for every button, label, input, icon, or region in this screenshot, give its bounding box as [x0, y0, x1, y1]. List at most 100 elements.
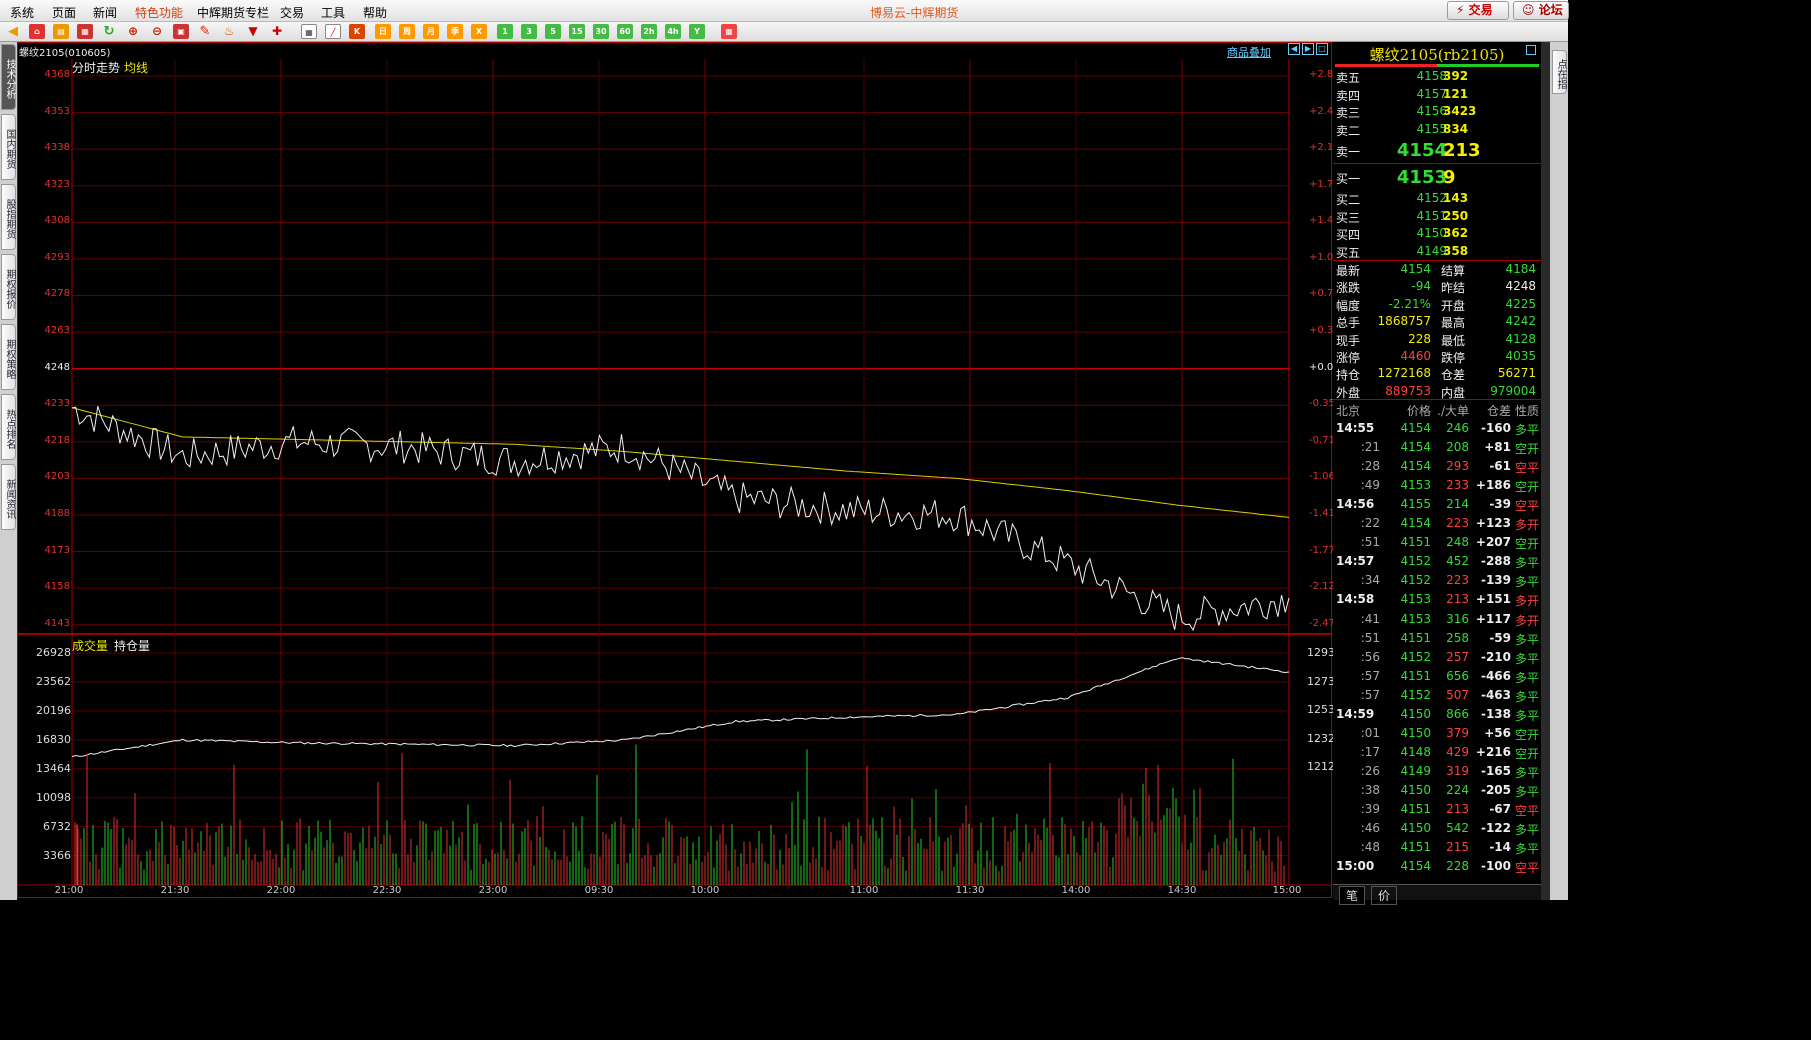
tick-time: :22 — [1360, 516, 1380, 531]
zoom-in-icon[interactable]: ⊕ — [125, 24, 141, 39]
tick-price: 4152 — [1400, 649, 1431, 664]
tick-price: 4154 — [1400, 440, 1431, 455]
tab-option-strategy[interactable]: 期权策略 — [1, 324, 16, 390]
funnel-icon[interactable]: ▼ — [245, 24, 261, 39]
time-tick-label: 09:30 — [584, 885, 614, 896]
tab-point-index[interactable]: 点在指 — [1552, 50, 1567, 94]
tick-nature: 多平 — [1515, 423, 1540, 437]
tick-row: :26 4149 319 -165 多平 — [1333, 764, 1541, 781]
tick-row: :41 4153 316 +117 多开 — [1333, 612, 1541, 629]
period-1-icon[interactable]: 1 — [497, 24, 513, 39]
chart-area: 螺纹2105(010605) 商品叠加 ◀ ▶ □ 分时走势 均线 成交量 持仓… — [17, 42, 1356, 903]
bid1-price: 4153 — [1396, 167, 1447, 188]
period-5-icon[interactable]: 5 — [545, 24, 561, 39]
window-icon[interactable]: ▣ — [173, 24, 189, 39]
kline-icon[interactable]: K — [349, 24, 365, 39]
tick-volume: 293 — [1446, 459, 1469, 474]
trend-chart-icon[interactable]: ╱ — [325, 24, 341, 39]
tick-row: 14:59 4150 866 -138 多平 — [1333, 707, 1541, 724]
bid-volume: 362 — [1443, 226, 1469, 240]
tab-option-quotes[interactable]: 期权报价 — [1, 254, 16, 320]
price-tick-label: 4188 — [44, 507, 70, 519]
ask1-row: 卖一 4154 213 — [1333, 140, 1541, 161]
tick-price: 4151 — [1400, 535, 1431, 550]
left-tab-bar: 技术分析 国内期货 股指期货 期权报价 期权策略 热点排名 新闻资讯 — [0, 42, 17, 900]
period-60-icon[interactable]: 60 — [617, 24, 633, 39]
tab-domestic-futures[interactable]: 国内期货 — [1, 114, 16, 180]
overlay-link[interactable]: 商品叠加 — [1227, 44, 1271, 60]
menu-features[interactable]: 特色功能 — [135, 4, 183, 21]
home-icon[interactable]: ⌂ — [29, 24, 45, 39]
season-period-icon[interactable]: 季 — [447, 24, 463, 39]
tick-header-nature: 性质 — [1515, 404, 1540, 418]
menu-system[interactable]: 系统 — [10, 4, 34, 21]
tab-index-futures[interactable]: 股指期货 — [1, 184, 16, 250]
tab-technical-analysis[interactable]: 技术分析 — [1, 44, 16, 110]
period-4h-icon[interactable]: 4h — [665, 24, 681, 39]
menu-help[interactable]: 帮助 — [363, 4, 387, 21]
zoom-out-icon[interactable]: ⊖ — [149, 24, 165, 39]
paint-icon[interactable]: ♨ — [221, 24, 237, 39]
stats-separator — [1333, 260, 1541, 261]
tick-time: :48 — [1360, 840, 1380, 855]
stat-value: 56271 — [1497, 366, 1536, 381]
volume-tick-label: 20196 — [36, 703, 71, 717]
tab-hot-ranking[interactable]: 热点排名 — [1, 394, 16, 460]
menu-trade[interactable]: 交易 — [280, 4, 304, 21]
ask-price: 4155 — [1416, 121, 1447, 136]
draw-pen-icon[interactable]: ✎ — [197, 24, 213, 39]
intraday-chart[interactable] — [17, 42, 1333, 900]
folder-icon[interactable]: ▤ — [53, 24, 69, 39]
volume-tick-label: 13464 — [36, 761, 71, 775]
stat-label: 总手 — [1336, 316, 1361, 331]
period-30-icon[interactable]: 30 — [593, 24, 609, 39]
menu-news[interactable]: 新闻 — [93, 4, 117, 21]
price-tick-label: 4323 — [44, 178, 70, 190]
price-tick-label: 4248 — [44, 361, 70, 373]
tab-price[interactable]: 价 — [1371, 886, 1398, 905]
tick-row: :46 4150 542 -122 多平 — [1333, 821, 1541, 838]
calendar-icon[interactable]: ▦ — [77, 24, 93, 39]
indicator-icon[interactable]: ✚ — [269, 24, 285, 39]
tick-volume: 215 — [1446, 840, 1469, 855]
bid1-volume: 9 — [1443, 167, 1456, 188]
period-2h-icon[interactable]: 2h — [641, 24, 657, 39]
next-icon[interactable]: ▶ — [1302, 43, 1314, 55]
tick-price: 4154 — [1400, 859, 1431, 874]
trade-button[interactable]: ⚡ 交易 — [1447, 1, 1509, 20]
ask-label: 卖二 — [1336, 123, 1361, 138]
custom-period-icon[interactable]: X — [471, 24, 487, 39]
prev-icon[interactable]: ◀ — [1288, 43, 1300, 55]
month-period-icon[interactable]: 月 — [423, 24, 439, 39]
period-year-icon[interactable]: Y — [689, 24, 705, 39]
forum-button[interactable]: ☺ 论坛 — [1513, 1, 1569, 20]
stat-value: 4128 — [1505, 331, 1536, 346]
table-icon[interactable]: ▦ — [301, 24, 317, 39]
menu-tools[interactable]: 工具 — [321, 4, 345, 21]
time-tick-label: 21:00 — [54, 885, 84, 896]
tick-volume: 223 — [1446, 516, 1469, 531]
legend-average: 均线 — [124, 61, 149, 75]
menu-page[interactable]: 页面 — [52, 4, 76, 21]
tick-time: 15:00 — [1336, 859, 1375, 874]
grid-settings-icon[interactable]: ▦ — [721, 24, 737, 39]
tab-ticks[interactable]: 笔 — [1339, 886, 1366, 905]
bid-ask-ratio-bar — [1335, 64, 1539, 67]
time-tick-label: 15:00 — [1272, 885, 1302, 896]
week-period-icon[interactable]: 周 — [399, 24, 415, 39]
menu-zhonghui-column[interactable]: 中辉期货专栏 — [197, 4, 269, 21]
tick-time: :34 — [1360, 573, 1380, 588]
tick-price: 4151 — [1400, 840, 1431, 855]
back-arrow-icon[interactable]: ◀ — [5, 24, 21, 39]
period-3-icon[interactable]: 3 — [521, 24, 537, 39]
period-15-icon[interactable]: 15 — [569, 24, 585, 39]
tick-oi-change: +56 — [1484, 725, 1511, 740]
panel-maximize-icon[interactable] — [1526, 45, 1536, 55]
ask-row: 卖四 4157 121 — [1333, 87, 1541, 104]
refresh-icon[interactable]: ↻ — [101, 24, 117, 39]
maximize-icon[interactable]: □ — [1316, 43, 1328, 55]
tick-volume: 656 — [1446, 668, 1469, 683]
day-period-icon[interactable]: 日 — [375, 24, 391, 39]
tick-time: :46 — [1360, 821, 1380, 836]
tab-news[interactable]: 新闻资讯 — [1, 464, 16, 530]
